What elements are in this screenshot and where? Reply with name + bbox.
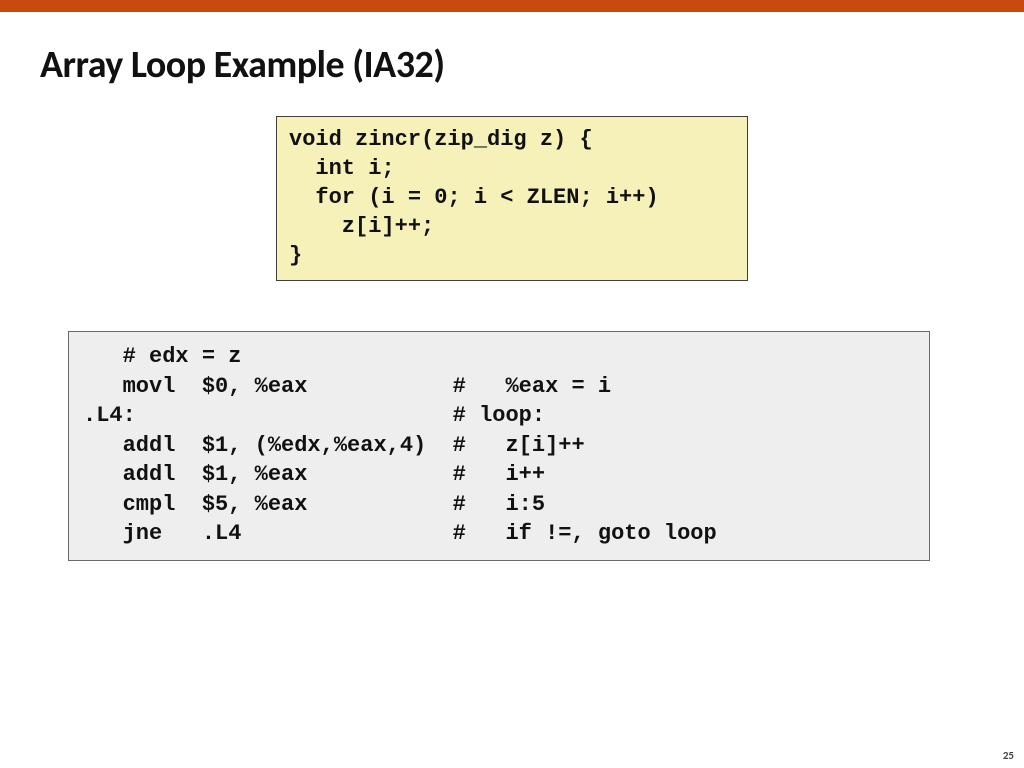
- page-number: 25: [1003, 749, 1014, 762]
- accent-bar: [0, 0, 1024, 12]
- slide-body: Array Loop Example (IA32) void zincr(zip…: [0, 12, 1024, 768]
- assembly-code-box: # edx = z movl $0, %eax # %eax = i .L4: …: [68, 331, 930, 561]
- slide-title: Array Loop Example (IA32): [40, 42, 984, 88]
- c-code-box: void zincr(zip_dig z) { int i; for (i = …: [276, 116, 748, 281]
